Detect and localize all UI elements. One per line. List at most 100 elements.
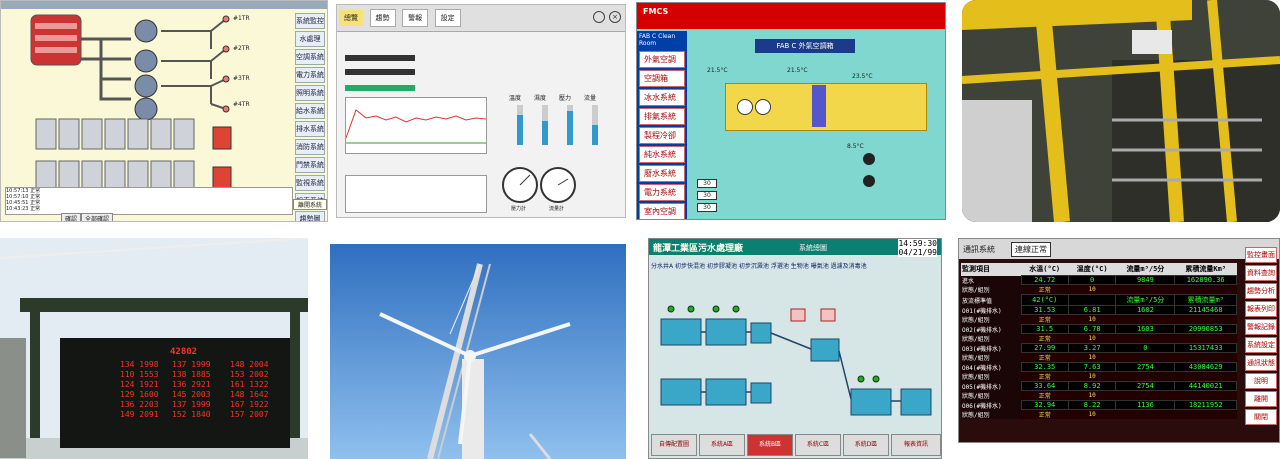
- slider-track[interactable]: [345, 85, 415, 91]
- sidebar-item[interactable]: 照明系統: [295, 85, 325, 101]
- close-icon[interactable]: ×: [609, 11, 621, 23]
- side-button[interactable]: 通訊狀態: [1245, 355, 1277, 371]
- side-button[interactable]: 趨勢分析: [1245, 283, 1277, 299]
- tank-tab[interactable]: 初步沉澱池: [739, 263, 769, 270]
- table-row: 放流標準值 42(°C) 流量m³/5分 累積流量m³: [961, 294, 1237, 306]
- reading-box: 30: [697, 179, 717, 188]
- alarm-box: [212, 166, 232, 189]
- table-cell: [1174, 284, 1237, 295]
- exit-button[interactable]: 離開系統: [293, 199, 327, 210]
- photo-led-display: 42802 134 1998 110 1553 124 1921 129 1600 1…: [0, 238, 308, 459]
- col-header: 溫度(°C): [1076, 265, 1108, 273]
- table-cell: 6.81: [1067, 305, 1117, 315]
- tank-tab[interactable]: 曝氣池: [811, 263, 829, 270]
- minimize-icon[interactable]: [593, 11, 605, 23]
- slider-track[interactable]: [345, 55, 415, 61]
- menu-item[interactable]: 排氣系統: [639, 108, 685, 125]
- menu-item[interactable]: 電力系統: [639, 184, 685, 201]
- sidebar-item[interactable]: 電力系統: [295, 67, 325, 83]
- side-button[interactable]: 系統設定: [1245, 337, 1277, 353]
- coil-block: [812, 85, 826, 127]
- table-cell: 10: [1068, 352, 1116, 363]
- menu-item[interactable]: 室內空調: [639, 203, 685, 219]
- sidebar-item[interactable]: 空調系統: [295, 49, 325, 65]
- row-label: 狀態/組別: [961, 409, 1021, 419]
- slider-track[interactable]: [345, 69, 415, 75]
- table-cell: 42(°C): [1020, 294, 1069, 306]
- menu-item[interactable]: 空調箱: [639, 70, 685, 87]
- tank-tab[interactable]: 過濾及消毒池: [831, 263, 867, 270]
- side-button[interactable]: 警報記錄: [1245, 319, 1277, 335]
- table-cell: 20990853: [1174, 324, 1237, 334]
- row-label: O06(#機排水): [961, 400, 1021, 410]
- tile-fab-ahu: FMCS FAB C Clean Room 外氣空調 空調箱 冰水系統 排氣系統…: [636, 2, 946, 220]
- sidebar-item[interactable]: 水處理: [295, 31, 325, 47]
- sidebar-item[interactable]: 系統監控: [295, 13, 325, 29]
- sidebar-item[interactable]: 趨勢圖: [295, 211, 325, 221]
- table-cell: [1174, 352, 1237, 363]
- menu-item[interactable]: 外氣空調: [639, 51, 685, 68]
- side-button[interactable]: 說明: [1245, 373, 1277, 389]
- comm-header: 通訊系統 連線正常: [959, 239, 1279, 259]
- table-cell: 21145468: [1174, 305, 1237, 315]
- turbine-graphic: [330, 244, 626, 459]
- table-cell: 7.63: [1067, 362, 1117, 372]
- menu-item[interactable]: 冰水系統: [639, 89, 685, 106]
- table-cell: 1602: [1115, 305, 1176, 315]
- table-cell: 31.5: [1020, 324, 1069, 334]
- nav-button[interactable]: 系統C區: [795, 434, 841, 456]
- alarm-log-row: 10:43:23 正常: [6, 206, 41, 212]
- nav-button[interactable]: 自傳配置圖: [651, 434, 697, 456]
- tile-water-monitor: 通訊系統 連線正常 監測項目 水溫(°C) 溫度(°C) 流量m³/5分 累積流…: [958, 238, 1280, 443]
- table-row: 狀態/組別 正常 10: [961, 352, 1237, 363]
- col-header: 累積流量Km³: [1185, 265, 1227, 273]
- table-cell: 累積流量m³: [1174, 294, 1237, 306]
- tank-tabs: 分水井A 初步快混池 初步膠凝池 初步沉澱池 浮選池 生物池 曝氣池 過濾及消毒…: [651, 261, 941, 270]
- menu-item[interactable]: 純水系統: [639, 146, 685, 163]
- menu-item[interactable]: 製程冷卻: [639, 127, 685, 144]
- sidebar-item[interactable]: 消防系統: [295, 139, 325, 155]
- table-cell: 10: [1068, 409, 1116, 419]
- tank-tab[interactable]: 生物池: [791, 263, 809, 270]
- nav-button[interactable]: 系統D區: [843, 434, 889, 456]
- sidebar-item[interactable]: 給水系統: [295, 103, 325, 119]
- nav-button[interactable]: 報表資訊: [891, 434, 941, 456]
- confirm-button[interactable]: 確認: [61, 213, 82, 221]
- reading-box: 30: [697, 203, 717, 212]
- tab[interactable]: 設定: [434, 9, 461, 27]
- monitor-table: 監測項目 水溫(°C) 溫度(°C) 流量m³/5分 累積流量Km³ 進水 24.…: [961, 263, 1237, 419]
- tab[interactable]: 總覽: [339, 10, 363, 26]
- table-cell: 33.64: [1020, 381, 1069, 391]
- pump-label: #2TR: [233, 45, 250, 52]
- menu-item[interactable]: 廢水系統: [639, 165, 685, 182]
- fan-icon: [755, 99, 771, 115]
- side-button[interactable]: 資料查詢: [1245, 265, 1277, 281]
- table-cell: 正常: [1021, 352, 1069, 363]
- tank-tab[interactable]: 初步快混池: [675, 263, 705, 270]
- sidebar-item[interactable]: 門禁系統: [295, 157, 325, 173]
- confirm-all-button[interactable]: 全部確認: [81, 213, 114, 221]
- tank-tab[interactable]: 浮選池: [771, 263, 789, 270]
- side-button[interactable]: 報表列印: [1245, 301, 1277, 317]
- nav-button[interactable]: 系統A區: [699, 434, 745, 456]
- row-label: 狀態/組別: [961, 352, 1021, 363]
- tab[interactable]: 警報: [402, 9, 429, 27]
- temp-readout: 23.5°C: [852, 73, 873, 80]
- side-button[interactable]: 關閉: [1245, 409, 1277, 425]
- side-button[interactable]: 離開: [1245, 391, 1277, 407]
- table-cell: 8.22: [1067, 400, 1117, 410]
- side-button[interactable]: 監控畫面: [1245, 247, 1277, 263]
- table-cell: 2754: [1115, 362, 1176, 372]
- dial-gauge: [502, 167, 576, 203]
- table-cell: 流量m³/5分: [1115, 294, 1176, 306]
- nav-button-active[interactable]: 系統B區: [747, 434, 793, 456]
- tab[interactable]: 趨勢: [369, 9, 396, 27]
- photo-yellow-ladder: [962, 0, 1280, 222]
- sidebar-item[interactable]: 監視系統: [295, 175, 325, 191]
- row-label: 進水: [961, 275, 1021, 285]
- tank-tab[interactable]: 分水井A: [651, 263, 673, 270]
- sidebar-item[interactable]: 排水系統: [295, 121, 325, 137]
- pump-icon: [134, 49, 158, 73]
- table-cell: 10: [1068, 333, 1116, 344]
- tank-tab[interactable]: 初步膠凝池: [707, 263, 737, 270]
